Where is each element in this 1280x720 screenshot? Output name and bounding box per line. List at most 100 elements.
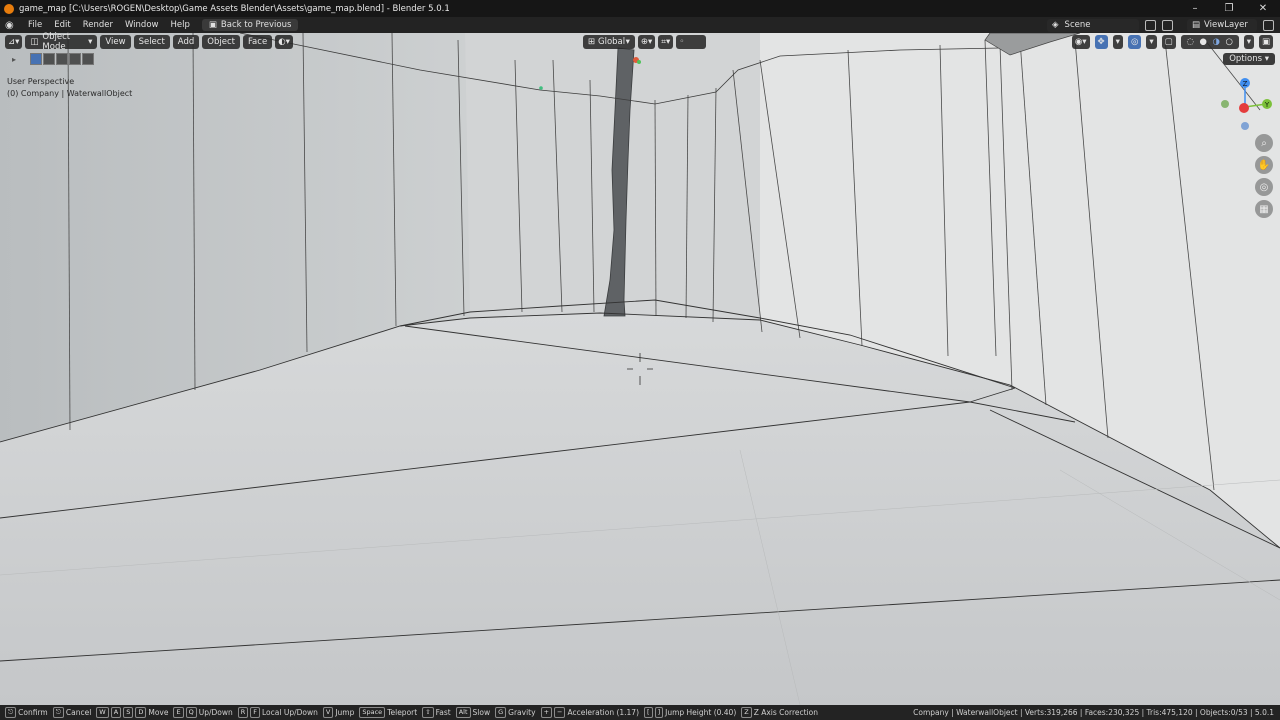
toolbar-expand-icon[interactable]: ▸ [12, 55, 16, 64]
hand-pan-icon[interactable]: ✋ [1255, 156, 1273, 174]
back-to-previous-button[interactable]: ▣ Back to Previous [201, 19, 299, 31]
menu-view[interactable]: View [100, 34, 131, 49]
new-view-layer-icon[interactable] [1263, 19, 1274, 31]
hint-gravity: G Gravity [495, 707, 536, 718]
editor-type-button[interactable]: ⊿▾ [5, 34, 23, 49]
chevron-down-icon: ▾ [1149, 36, 1154, 47]
hint-label: Cancel [65, 708, 92, 717]
viewport-info: User Perspective (0) Company | Waterwall… [7, 76, 132, 100]
hint-cancel: ⎋ Cancel [52, 707, 92, 718]
menu-add[interactable]: Add [172, 34, 200, 49]
proportional-edit-toggle[interactable]: ◦ [676, 34, 707, 49]
shift-key-icon: ⇧ [422, 707, 434, 718]
title-bar: game_map [C:\Users\ROGEN\Desktop\Game As… [0, 0, 1280, 17]
hint-jump-height: [ ] Jump Height (0.40) [644, 707, 736, 718]
shading-modes[interactable]: ◌ ● ◑ ○ [1180, 34, 1239, 49]
status-bar: ⎋ Confirm ⎋ Cancel W A S D Move E Q Up/Dow… [0, 705, 1280, 720]
back-to-previous-label: Back to Previous [220, 20, 292, 30]
gizmo-icon: ✥ [1097, 36, 1105, 47]
pivot-point-button[interactable]: ⊕▾ [637, 34, 656, 49]
3d-viewport[interactable] [0, 33, 1280, 705]
key-cap: W [96, 707, 109, 718]
view-layer-name: ViewLayer [1204, 20, 1248, 30]
select-new-icon[interactable] [30, 53, 42, 65]
hint-acceleration: + − Acceleration (1.17) [540, 707, 640, 718]
navigation-gizmo[interactable]: Z Y [1218, 75, 1274, 131]
eye-icon: ◉▾ [1074, 36, 1087, 47]
overlays-menu[interactable]: ▾ [1146, 34, 1157, 49]
mouse-right-icon: ⎋ [52, 707, 64, 718]
neg-z-axis-handle[interactable] [1241, 122, 1249, 130]
select-extend-icon[interactable] [43, 53, 55, 65]
material-shading-icon[interactable]: ◑ [1212, 37, 1219, 47]
hint-jump: V Jump [322, 707, 354, 718]
snap-toggle[interactable]: ⌗▾ [658, 34, 674, 49]
key-cap: G [495, 707, 507, 718]
menu-file[interactable]: File [22, 20, 48, 30]
zoom-icon[interactable]: ⌕ [1255, 134, 1273, 152]
hint-label: Local Up/Down [262, 708, 318, 717]
view-name: User Perspective [7, 77, 75, 86]
mode-label: Object Mode [42, 31, 71, 52]
view-layer-selector[interactable]: ▤ ViewLayer [1187, 18, 1257, 32]
orientation-label: Global [598, 36, 626, 47]
mode-selector[interactable]: ◫ Object Mode ▾ [25, 31, 98, 52]
transform-orientation-selector[interactable]: ⊞ Global ▾ [582, 34, 635, 49]
menu-object[interactable]: Object [202, 34, 240, 49]
select-intersect-icon[interactable] [82, 53, 94, 65]
hint-local-up-down: R F Local Up/Down [237, 707, 318, 718]
shading-menu-button[interactable]: ◐▾ [275, 34, 293, 49]
hint-label: Confirm [18, 708, 48, 717]
new-scene-icon[interactable] [1145, 19, 1156, 31]
key-cap: V [322, 707, 334, 718]
rendered-shading-icon[interactable]: ○ [1225, 37, 1232, 47]
hint-label: Teleport [387, 708, 418, 717]
key-cap: Z [741, 707, 752, 718]
neg-y-axis-handle[interactable] [1221, 100, 1229, 108]
window-title: game_map [C:\Users\ROGEN\Desktop\Game As… [19, 3, 450, 14]
xray-toggle[interactable]: ▢ [1161, 34, 1176, 49]
hint-label: Acceleration (1.17) [567, 708, 640, 717]
perspective-grid-icon[interactable]: ▦ [1255, 200, 1273, 218]
sidebar-icon: ▣ [1261, 36, 1270, 47]
menu-help[interactable]: Help [164, 20, 195, 30]
select-subtract-icon[interactable] [56, 53, 68, 65]
key-cap: A [110, 707, 122, 718]
maximize-button[interactable]: ❐ [1212, 0, 1246, 17]
active-object-name: (0) Company | WaterwallObject [7, 89, 133, 98]
menu-face[interactable]: Face [242, 34, 273, 49]
solid-shading-icon[interactable]: ● [1199, 37, 1206, 47]
x-axis-handle[interactable] [1239, 103, 1249, 113]
menu-window[interactable]: Window [119, 20, 165, 30]
gizmo-menu[interactable]: ▾ [1112, 34, 1123, 49]
hint-label: Fast [435, 708, 451, 717]
wireframe-shading-icon[interactable]: ◌ [1186, 37, 1193, 47]
menu-edit[interactable]: Edit [48, 20, 76, 30]
minimize-button[interactable]: – [1178, 0, 1212, 17]
visibility-button[interactable]: ◉▾ [1071, 34, 1090, 49]
camera-view-icon[interactable]: ◎ [1255, 178, 1273, 196]
z-axis-label: Z [1243, 80, 1248, 88]
snap-icon: ⌗▾ [661, 36, 671, 47]
chevron-down-icon: ▾ [88, 36, 93, 47]
selection-mode-buttons [30, 53, 94, 65]
delete-scene-icon[interactable] [1162, 19, 1173, 31]
chevron-down-icon: ▾ [625, 36, 630, 47]
blender-menu-icon[interactable]: ◉ [5, 20, 16, 31]
shading-menu[interactable]: ▾ [1243, 34, 1254, 49]
key-cap: Q [185, 707, 197, 718]
overlays-toggle[interactable]: ◎ [1127, 34, 1142, 49]
select-invert-icon[interactable] [69, 53, 81, 65]
key-cap: [ [644, 707, 653, 718]
window-controls: – ❐ ✕ [1178, 0, 1280, 17]
hint-move: W A S D Move [96, 707, 168, 718]
menu-select[interactable]: Select [133, 34, 170, 49]
scene-selector[interactable]: ◈ Scene [1047, 18, 1139, 32]
menu-render[interactable]: Render [77, 20, 119, 30]
sidebar-toggle[interactable]: ▣ [1258, 34, 1273, 49]
options-button[interactable]: Options ▾ [1223, 53, 1275, 65]
proportional-icon: ◦ [679, 36, 685, 47]
gizmo-toggle[interactable]: ✥ [1094, 34, 1108, 49]
hint-slow: Alt Slow [455, 707, 490, 718]
close-button[interactable]: ✕ [1246, 0, 1280, 17]
